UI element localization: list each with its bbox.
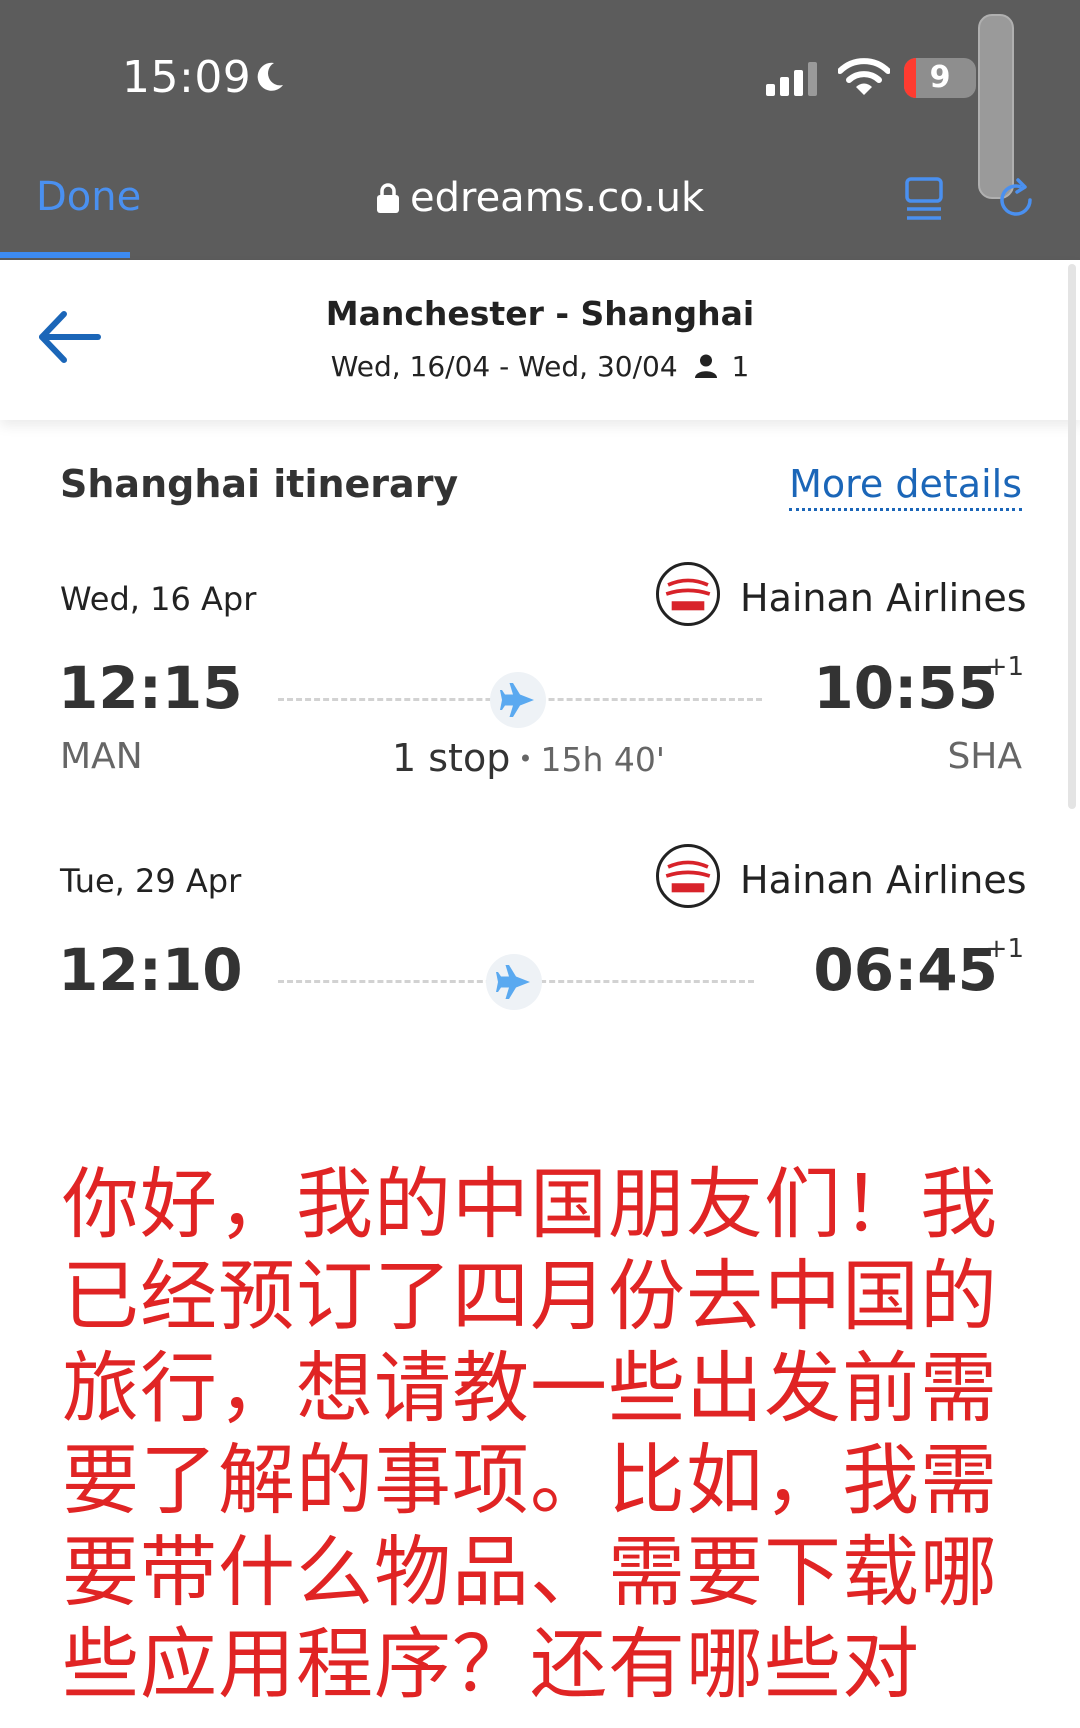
arrival-airport: SHA <box>947 736 1022 777</box>
hainan-airlines-logo <box>656 562 720 626</box>
stops-summary: 1 stop • 15h 40' <box>392 736 665 780</box>
done-button[interactable]: Done <box>36 174 141 220</box>
url-text: edreams.co.uk <box>410 175 705 221</box>
load-progress-bar <box>0 252 130 258</box>
plane-icon <box>490 672 546 728</box>
address-bar[interactable]: edreams.co.uk <box>376 172 704 224</box>
trip-dates: Wed, 16/04 - Wed, 30/04 <box>330 350 678 383</box>
wifi-icon <box>838 58 890 95</box>
search-summary-header: Manchester - Shanghai Wed, 16/04 - Wed, … <box>0 260 1080 420</box>
leg-date: Wed, 16 Apr <box>60 580 257 618</box>
reload-icon[interactable] <box>994 178 1038 222</box>
plane-icon <box>486 954 542 1010</box>
arrival-time: 06:45 <box>813 936 998 1004</box>
page-scrollbar[interactable] <box>1068 264 1076 809</box>
flight-duration: 15h 40' <box>540 740 665 779</box>
route-title: Manchester - Shanghai <box>325 294 755 333</box>
browser-chrome: 15:09 9 Done edreams.co.uk <box>0 0 1080 260</box>
leg-date: Tue, 29 Apr <box>60 862 242 900</box>
arrival-time: 10:55 <box>813 654 998 722</box>
airline-name: Hainan Airlines <box>740 576 1027 620</box>
person-icon <box>694 354 717 378</box>
lock-icon <box>377 183 399 213</box>
overlay-caption: 你好，我的中国朋友们！我已经预订了四月份去中国的旅行，想请教一些出发前需要了解的… <box>62 1161 998 1710</box>
status-time: 15:09 <box>122 52 252 103</box>
airline-name: Hainan Airlines <box>740 858 1027 902</box>
battery-percent: 9 <box>929 60 951 95</box>
hainan-airlines-logo <box>656 844 720 908</box>
passenger-count: 1 <box>731 350 750 383</box>
signal-icon <box>766 62 817 96</box>
itinerary-title: Shanghai itinerary <box>60 462 459 506</box>
day-offset: +1 <box>985 652 1024 682</box>
stop-count: 1 stop <box>392 736 511 780</box>
trip-dates-row: Wed, 16/04 - Wed, 30/04 1 <box>0 350 1080 383</box>
day-offset: +1 <box>985 934 1024 964</box>
departure-time: 12:15 <box>58 654 243 722</box>
more-details-link[interactable]: More details <box>789 462 1022 511</box>
departure-time: 12:10 <box>58 936 243 1004</box>
moon-icon <box>257 62 283 91</box>
departure-airport: MAN <box>60 736 143 777</box>
screenshot-scroll-overlay <box>978 14 1014 199</box>
battery-icon: 9 <box>904 58 976 98</box>
reader-icon[interactable] <box>904 176 944 222</box>
